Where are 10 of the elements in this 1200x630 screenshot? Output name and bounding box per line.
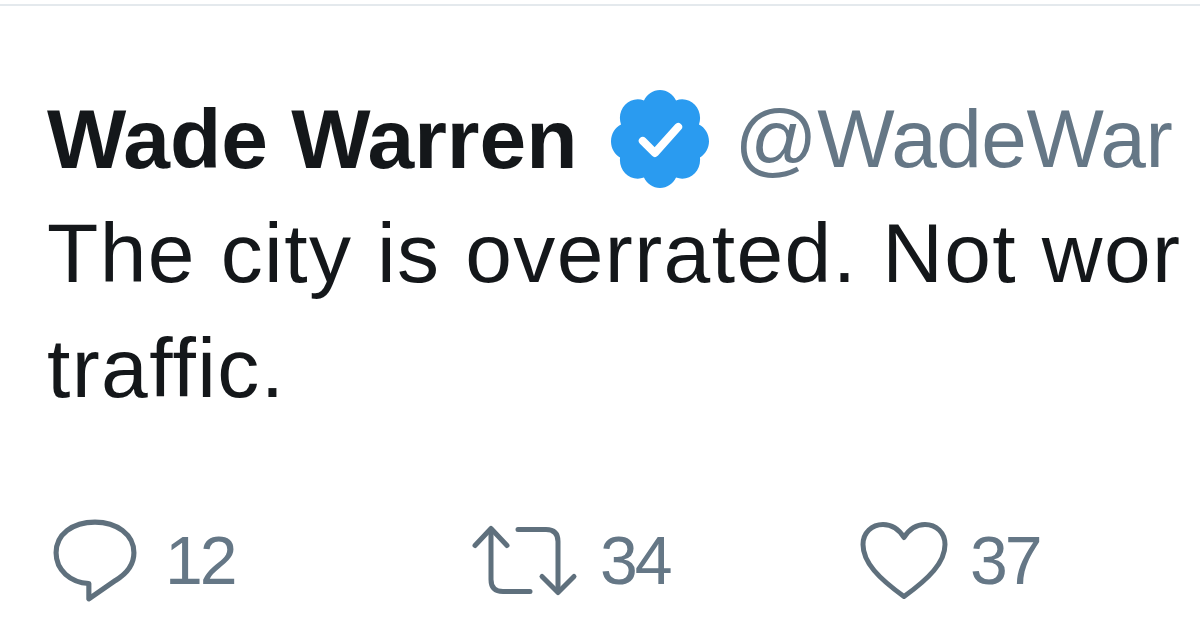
tweet-text-line: The city is overrated. Not wor (47, 205, 1182, 302)
reply-button[interactable]: 12 (53, 518, 235, 602)
comment-icon (53, 518, 137, 602)
author-name[interactable]: Wade Warren (47, 89, 578, 189)
author-handle: @WadeWar (734, 92, 1173, 186)
tweet-text-line: traffic. (47, 320, 286, 417)
like-button[interactable]: 37 (860, 518, 1040, 602)
heart-icon (860, 520, 948, 600)
retweet-icon (472, 523, 578, 597)
retweet-button[interactable]: 34 (472, 518, 670, 602)
